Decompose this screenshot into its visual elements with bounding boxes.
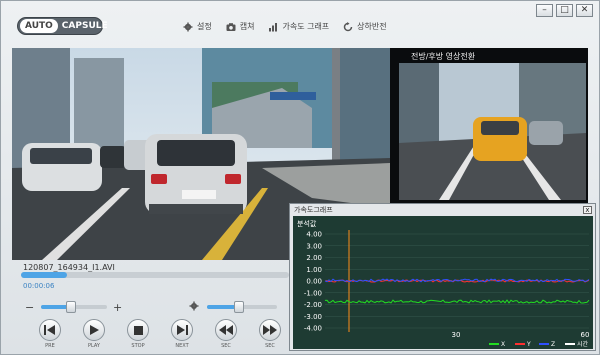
volume-slider[interactable] bbox=[41, 301, 107, 313]
volume-slider-thumb[interactable] bbox=[65, 301, 76, 313]
seek-bar-fill bbox=[21, 272, 67, 278]
gear-icon bbox=[183, 22, 193, 31]
camera-icon bbox=[226, 22, 236, 31]
previous-label: PRE bbox=[45, 343, 55, 349]
forward-label: SEC bbox=[265, 343, 275, 349]
minimize-button[interactable]: – bbox=[536, 4, 553, 17]
rewind-seconds-button[interactable]: SEC bbox=[211, 319, 241, 349]
legend-label: X bbox=[501, 341, 505, 348]
y-tick-label: 4.00 bbox=[306, 231, 322, 239]
y-tick-label: 2.00 bbox=[306, 254, 322, 262]
graph-plot-area[interactable]: 분석값 4.00 3.00 2.00 1.00 0.00 -1.00 -2.00 -3.00 -… bbox=[293, 216, 593, 349]
top-bar: AUTO CAPSULE 설정 캡쳐 가속도 그래프 상하반전 – □ ✕ bbox=[1, 1, 600, 48]
y-tick-label: 0.00 bbox=[306, 278, 322, 286]
y-tick-label: -1.00 bbox=[304, 289, 322, 297]
playback-controls: PRE PLAY STOP NEXT SEC SEC bbox=[35, 319, 285, 349]
rewind-label: SEC bbox=[221, 343, 231, 349]
accel-graph-button[interactable]: 가속도 그래프 bbox=[268, 21, 329, 32]
flip-label: 상하반전 bbox=[357, 22, 387, 31]
volume-up-button[interactable]: + bbox=[113, 301, 122, 314]
bar-chart-icon bbox=[269, 22, 278, 31]
maximize-button[interactable]: □ bbox=[556, 4, 573, 17]
graph-title: 가속도그래프 bbox=[294, 206, 333, 214]
legend-label: 시간 bbox=[577, 340, 589, 348]
next-label: NEXT bbox=[175, 343, 189, 349]
capture-button[interactable]: 캡쳐 bbox=[226, 21, 255, 32]
play-button[interactable]: PLAY bbox=[79, 319, 109, 349]
accel-graph-label: 가속도 그래프 bbox=[282, 22, 330, 31]
legend-label: Y bbox=[526, 341, 531, 348]
accel-graph: 분석값 4.00 3.00 2.00 1.00 0.00 -1.00 -2.00 -3.00 -… bbox=[297, 219, 590, 348]
forward-seconds-button[interactable]: SEC bbox=[255, 319, 285, 349]
accel-graph-window[interactable]: 가속도그래프 x 분석값 4.00 3.00 2.00 1.00 0.00 -1.00 -2… bbox=[289, 203, 596, 351]
rear-camera-view[interactable] bbox=[399, 63, 586, 200]
stop-icon bbox=[133, 325, 143, 335]
window-controls: – □ ✕ bbox=[536, 4, 593, 17]
settings-label: 설정 bbox=[197, 22, 212, 31]
y-tick-label: 3.00 bbox=[306, 242, 322, 250]
file-name: 120807_164934_I1.AVI bbox=[23, 263, 115, 272]
skip-previous-icon bbox=[44, 325, 55, 335]
y-tick-label: 1.00 bbox=[306, 266, 322, 274]
close-button[interactable]: ✕ bbox=[576, 4, 593, 17]
rotate-icon bbox=[343, 21, 353, 31]
mode-toggle[interactable]: AUTO CAPSULE bbox=[17, 17, 108, 35]
stop-label: STOP bbox=[131, 343, 145, 349]
skip-next-icon bbox=[177, 325, 188, 335]
brightness-slider[interactable] bbox=[207, 301, 277, 313]
series-x-line bbox=[324, 299, 590, 304]
previous-button[interactable]: PRE bbox=[35, 319, 65, 349]
blackbox-player-window: AUTO CAPSULE 설정 캡쳐 가속도 그래프 상하반전 – □ ✕ 전방… bbox=[0, 0, 600, 355]
y-tick-label: -3.00 bbox=[304, 313, 322, 321]
brightness-gear-icon bbox=[189, 301, 199, 311]
rear-camera-image bbox=[399, 63, 586, 200]
elapsed-time: 00:00:06 bbox=[23, 282, 55, 290]
play-label: PLAY bbox=[87, 343, 100, 349]
brightness-slider-thumb[interactable] bbox=[233, 301, 244, 313]
volume-down-button[interactable]: − bbox=[25, 301, 34, 314]
play-icon bbox=[90, 325, 99, 335]
graph-close-button[interactable]: x bbox=[583, 206, 592, 214]
toolbar: 설정 캡쳐 가속도 그래프 상하반전 bbox=[183, 21, 387, 32]
seek-bar[interactable] bbox=[21, 272, 289, 278]
settings-button[interactable]: 설정 bbox=[183, 21, 212, 32]
mode-capsule-option[interactable]: CAPSULE bbox=[62, 21, 108, 31]
x-tick-label: 60 bbox=[581, 331, 590, 339]
capture-label: 캡쳐 bbox=[239, 22, 255, 31]
fast-forward-icon bbox=[263, 325, 277, 335]
stop-button[interactable]: STOP bbox=[123, 319, 153, 349]
mode-auto-option[interactable]: AUTO bbox=[20, 19, 58, 33]
y-tick-label: -2.00 bbox=[304, 301, 322, 309]
y-tick-label: -4.00 bbox=[304, 325, 322, 333]
x-tick-label: 30 bbox=[452, 331, 461, 339]
flip-button[interactable]: 상하반전 bbox=[343, 21, 387, 32]
camera-switch-caption[interactable]: 전방/후방 영상전환 bbox=[411, 51, 475, 62]
y-axis-label: 분석값 bbox=[297, 219, 317, 228]
rewind-icon bbox=[219, 325, 233, 335]
next-button[interactable]: NEXT bbox=[167, 319, 197, 349]
legend-label: Z bbox=[551, 341, 555, 348]
